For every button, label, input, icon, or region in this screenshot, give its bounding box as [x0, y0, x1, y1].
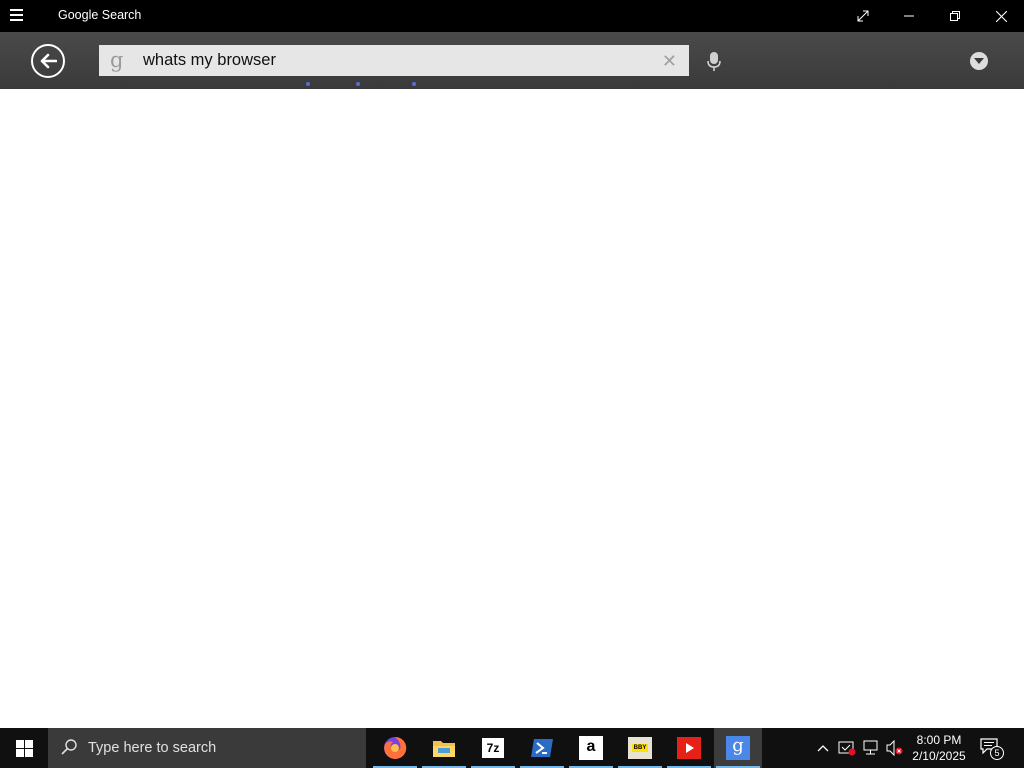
taskbar-app-amazon[interactable]: a	[567, 728, 615, 768]
search-input[interactable]: whats my browser	[143, 51, 276, 70]
loading-dot	[306, 82, 310, 86]
taskbar: Type here to search 7z a BBY g 8:00 PM 2…	[0, 728, 1024, 768]
title-bar: Google Search	[0, 0, 1024, 32]
dropdown-icon	[974, 58, 984, 64]
google-g-icon: g	[726, 736, 750, 760]
loading-dot	[356, 82, 360, 86]
minimize-button[interactable]	[886, 0, 932, 32]
loading-dot	[412, 82, 416, 86]
7zip-label: 7z	[486, 741, 500, 755]
back-button[interactable]	[31, 44, 65, 78]
network-icon	[863, 740, 878, 755]
taskbar-app-file-explorer[interactable]	[420, 728, 468, 768]
taskbar-app-firefox[interactable]	[371, 728, 419, 768]
7zip-icon: 7z	[482, 738, 504, 758]
tray-volume[interactable]	[886, 739, 904, 757]
youtube-icon	[677, 737, 701, 759]
firefox-icon	[384, 736, 407, 759]
back-arrow-icon	[40, 53, 57, 69]
taskbar-search[interactable]: Type here to search	[48, 728, 366, 768]
fullscreen-button[interactable]	[840, 0, 886, 32]
microphone-icon	[707, 52, 721, 71]
amazon-icon: a	[579, 736, 603, 760]
taskbar-app-youtube[interactable]	[665, 728, 713, 768]
security-icon	[838, 741, 856, 756]
taskbar-app-google-search[interactable]: g	[714, 728, 762, 768]
dropdown-button[interactable]	[970, 52, 988, 70]
fullscreen-icon	[857, 10, 869, 22]
volume-muted-icon	[886, 740, 903, 756]
microphone-button[interactable]	[706, 51, 722, 73]
clear-icon[interactable]: ✕	[662, 51, 677, 72]
bestbuy-label: BBY	[631, 744, 649, 752]
search-toolbar: g whats my browser ✕	[0, 32, 1024, 89]
chevron-up-icon	[817, 745, 829, 752]
tray-security[interactable]	[838, 739, 856, 757]
folder-icon	[433, 741, 455, 757]
clock[interactable]: 8:00 PM 2/10/2025	[906, 732, 972, 764]
taskbar-app-bestbuy[interactable]: BBY	[616, 728, 664, 768]
show-hidden-icons-button[interactable]	[814, 739, 832, 757]
window-title: Google Search	[58, 8, 142, 22]
amazon-label: a	[586, 738, 596, 755]
search-icon	[61, 739, 77, 755]
tray-network[interactable]	[862, 739, 880, 757]
windows-logo-icon	[15, 739, 33, 757]
action-center-button[interactable]: 5	[980, 738, 1004, 760]
restore-icon	[950, 11, 960, 21]
google-label: g	[732, 735, 744, 756]
taskbar-search-placeholder[interactable]: Type here to search	[88, 740, 216, 756]
close-icon	[995, 10, 1007, 22]
notification-count-badge: 5	[990, 746, 1004, 760]
taskbar-app-7zip[interactable]: 7z	[469, 728, 517, 768]
search-box[interactable]: g whats my browser ✕	[99, 45, 689, 76]
powershell-icon	[531, 739, 553, 757]
taskbar-app-powershell[interactable]	[518, 728, 566, 768]
clock-date: 2/10/2025	[912, 749, 966, 763]
minimize-icon	[904, 15, 914, 17]
results-area	[0, 89, 1024, 728]
close-button[interactable]	[978, 0, 1024, 32]
start-button[interactable]	[0, 728, 48, 768]
hamburger-menu-icon[interactable]	[10, 9, 36, 23]
bestbuy-icon: BBY	[628, 737, 652, 759]
restore-button[interactable]	[932, 0, 978, 32]
clock-time: 8:00 PM	[916, 733, 962, 747]
google-g-icon: g	[110, 48, 124, 72]
